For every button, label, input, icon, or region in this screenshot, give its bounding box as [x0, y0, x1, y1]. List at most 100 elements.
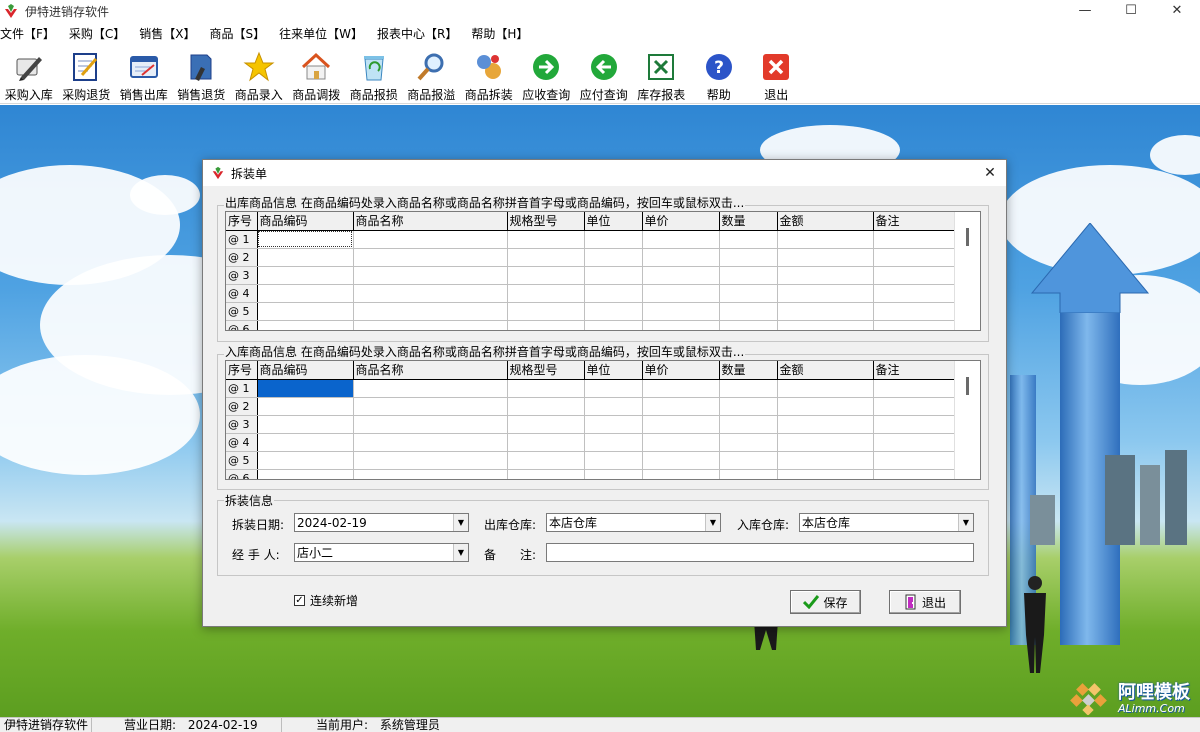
- cell[interactable]: [719, 433, 778, 452]
- cell[interactable]: [507, 451, 585, 470]
- cell[interactable]: [353, 284, 508, 303]
- col-header[interactable]: 序号: [226, 361, 258, 380]
- tool-goods-loss[interactable]: 商品报损: [345, 44, 403, 104]
- cell[interactable]: [507, 320, 585, 330]
- continuous-add-checkbox[interactable]: ✓: [294, 595, 305, 606]
- cell-goods-code-selected[interactable]: [257, 379, 354, 398]
- col-header[interactable]: 规格型号: [507, 361, 585, 380]
- in-warehouse-select[interactable]: 本店仓库 ▼: [799, 513, 974, 532]
- in-goods-grid[interactable]: 序号 商品编码 商品名称 规格型号 单位 单价 数量 金额 备注 @ 1 @ 2…: [225, 360, 981, 480]
- cell[interactable]: [777, 415, 874, 434]
- cell[interactable]: [257, 469, 354, 479]
- col-header[interactable]: 单价: [642, 361, 720, 380]
- col-header[interactable]: 商品名称: [353, 212, 508, 231]
- cell[interactable]: [507, 302, 585, 321]
- minimize-button[interactable]: —: [1062, 0, 1108, 20]
- cell[interactable]: [353, 469, 508, 479]
- cell[interactable]: [873, 284, 961, 303]
- dialog-close-button[interactable]: ✕: [980, 163, 1000, 183]
- in-grid-scrollbar[interactable]: [954, 361, 980, 479]
- tool-sales-return[interactable]: 销售退货: [173, 44, 231, 104]
- menu-help[interactable]: 帮助【H】: [471, 25, 531, 42]
- cell[interactable]: [257, 266, 354, 285]
- cell[interactable]: [873, 469, 961, 479]
- cell[interactable]: [353, 379, 508, 398]
- cell[interactable]: [584, 379, 643, 398]
- cell[interactable]: [719, 415, 778, 434]
- col-header[interactable]: 单位: [584, 212, 643, 231]
- table-row[interactable]: @ 6: [226, 469, 961, 479]
- cell[interactable]: [873, 379, 961, 398]
- remark-input[interactable]: [546, 543, 974, 562]
- cell[interactable]: [642, 266, 720, 285]
- table-row[interactable]: @ 2: [226, 397, 961, 416]
- cell[interactable]: [257, 397, 354, 416]
- cell[interactable]: [719, 320, 778, 330]
- col-header[interactable]: 序号: [226, 212, 258, 231]
- col-header[interactable]: 单位: [584, 361, 643, 380]
- col-header[interactable]: 备注: [873, 361, 961, 380]
- cell[interactable]: [642, 433, 720, 452]
- menu-partners[interactable]: 往来单位【W】: [279, 25, 366, 42]
- table-row[interactable]: @ 4: [226, 284, 961, 303]
- cell[interactable]: [777, 433, 874, 452]
- cell[interactable]: [584, 397, 643, 416]
- cell[interactable]: [777, 379, 874, 398]
- cell[interactable]: [353, 248, 508, 267]
- dropdown-arrow-icon[interactable]: ▼: [453, 544, 468, 561]
- cell[interactable]: [584, 266, 643, 285]
- menu-purchase[interactable]: 采购【C】: [69, 25, 128, 42]
- cell-goods-code[interactable]: [257, 230, 354, 249]
- cell[interactable]: [719, 284, 778, 303]
- tool-goods-entry[interactable]: 商品录入: [230, 44, 288, 104]
- cell[interactable]: [353, 397, 508, 416]
- menu-reports[interactable]: 报表中心【R】: [377, 25, 460, 42]
- cell[interactable]: [507, 397, 585, 416]
- table-row[interactable]: @ 1: [226, 379, 961, 398]
- cell[interactable]: [873, 302, 961, 321]
- cell[interactable]: [507, 230, 585, 249]
- cell[interactable]: [719, 266, 778, 285]
- col-header[interactable]: 商品名称: [353, 361, 508, 380]
- cell[interactable]: [507, 433, 585, 452]
- close-window-button[interactable]: ✕: [1154, 0, 1200, 20]
- cell[interactable]: [873, 397, 961, 416]
- cell[interactable]: [642, 320, 720, 330]
- cell[interactable]: [873, 266, 961, 285]
- cell[interactable]: [507, 266, 585, 285]
- col-header[interactable]: 数量: [719, 212, 778, 231]
- cell[interactable]: [584, 230, 643, 249]
- cell[interactable]: [584, 302, 643, 321]
- cell[interactable]: [873, 451, 961, 470]
- cell[interactable]: [642, 230, 720, 249]
- cell[interactable]: [257, 284, 354, 303]
- cell[interactable]: [257, 248, 354, 267]
- out-warehouse-select[interactable]: 本店仓库 ▼: [546, 513, 721, 532]
- tool-goods-transfer[interactable]: 商品调拨: [288, 44, 346, 104]
- tool-sales-out[interactable]: 销售出库: [115, 44, 173, 104]
- cell[interactable]: [719, 469, 778, 479]
- tool-payable-query[interactable]: 应付查询: [575, 44, 633, 104]
- col-header[interactable]: 金额: [777, 361, 874, 380]
- table-row[interactable]: @ 6: [226, 320, 961, 330]
- assembly-date-picker[interactable]: 2024-02-19 ▼: [294, 513, 469, 532]
- tool-receivable-query[interactable]: 应收查询: [518, 44, 576, 104]
- cell[interactable]: [777, 230, 874, 249]
- cell[interactable]: [257, 320, 354, 330]
- out-goods-grid[interactable]: 序号 商品编码 商品名称 规格型号 单位 单价 数量 金额 备注 @ 1 @ 2…: [225, 211, 981, 331]
- tool-help[interactable]: ? 帮助: [690, 44, 748, 104]
- continuous-add-option[interactable]: ✓ 连续新增: [294, 592, 358, 609]
- cell[interactable]: [642, 469, 720, 479]
- cell[interactable]: [584, 248, 643, 267]
- cell[interactable]: [353, 451, 508, 470]
- scroll-thumb[interactable]: [966, 228, 969, 246]
- cell[interactable]: [873, 415, 961, 434]
- tool-purchase-return[interactable]: 采购退货: [58, 44, 116, 104]
- cell[interactable]: [353, 302, 508, 321]
- table-row[interactable]: @ 3: [226, 266, 961, 285]
- cell[interactable]: [353, 320, 508, 330]
- cell[interactable]: [353, 266, 508, 285]
- cell[interactable]: [719, 451, 778, 470]
- cell[interactable]: [777, 397, 874, 416]
- cell[interactable]: [777, 284, 874, 303]
